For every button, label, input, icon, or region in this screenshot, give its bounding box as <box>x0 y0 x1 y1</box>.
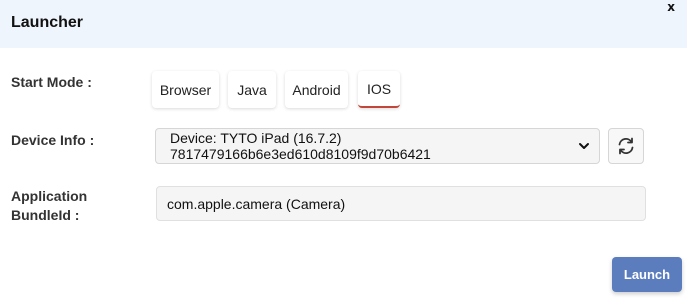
launch-button[interactable]: Launch <box>612 257 682 292</box>
device-select-value: Device: TYTO iPad (16.7.2) 7817479166b6e… <box>170 130 431 162</box>
application-bundle-label-line2: BundleId : <box>11 207 80 223</box>
device-select[interactable]: Device: TYTO iPad (16.7.2) 7817479166b6e… <box>155 128 600 164</box>
mode-browser-button[interactable]: Browser <box>152 71 219 108</box>
refresh-icon <box>618 137 634 155</box>
mode-ios-button[interactable]: IOS <box>358 71 400 108</box>
close-button[interactable]: x <box>667 0 675 14</box>
mode-java-button[interactable]: Java <box>228 71 276 108</box>
dialog-header: Launcher <box>0 0 687 48</box>
application-bundle-label-line1: Application <box>11 188 88 204</box>
application-bundle-label: Application BundleId : <box>11 187 87 225</box>
chevron-down-icon <box>579 143 589 149</box>
refresh-devices-button[interactable] <box>608 128 644 164</box>
mode-android-button[interactable]: Android <box>285 71 348 108</box>
dialog-title: Launcher <box>11 14 84 31</box>
device-info-label: Device Info : <box>11 132 95 148</box>
bundle-id-input[interactable] <box>156 186 646 221</box>
start-mode-label: Start Mode : <box>11 74 92 90</box>
